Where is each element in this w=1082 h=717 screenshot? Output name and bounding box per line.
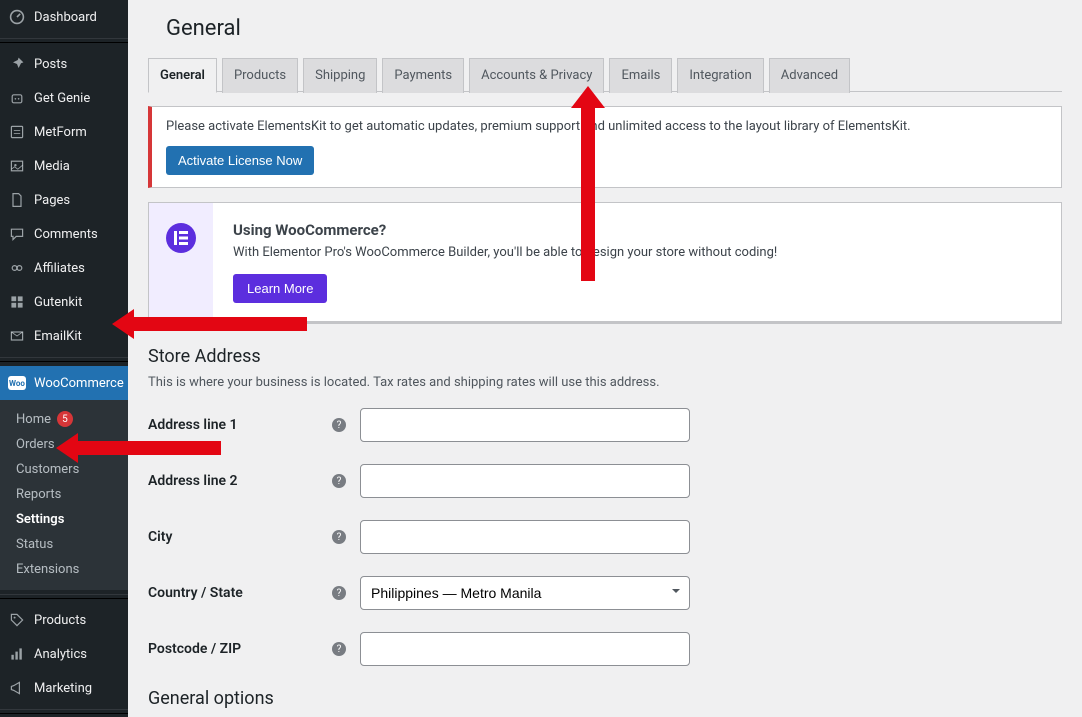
- sidebar-item-pages[interactable]: Pages: [0, 183, 128, 217]
- license-notice: Please activate ElementsKit to get autom…: [148, 106, 1062, 188]
- help-icon[interactable]: ?: [332, 474, 346, 488]
- form-icon: [8, 123, 26, 141]
- sidebar-item-label: Products: [34, 613, 86, 628]
- sidebar-item-label: Comments: [34, 227, 98, 242]
- sidebar-item-products[interactable]: Products: [0, 603, 128, 637]
- robot-icon: [8, 89, 26, 107]
- settings-tabs: GeneralProductsShippingPaymentsAccounts …: [128, 57, 1082, 92]
- elementor-icon: [166, 223, 196, 253]
- sidebar-item-get-genie[interactable]: Get Genie: [0, 81, 128, 115]
- help-icon[interactable]: ?: [332, 642, 346, 656]
- submenu-item-status[interactable]: Status: [10, 532, 128, 557]
- sidebar-item-label: Marketing: [34, 681, 92, 696]
- megaphone-icon: [8, 679, 26, 697]
- mail-icon: [8, 327, 26, 345]
- svg-text:Woo: Woo: [9, 379, 25, 388]
- sidebar-item-label: Affiliates: [34, 261, 85, 276]
- sidebar-item-dashboard[interactable]: Dashboard: [0, 0, 128, 34]
- tab-payments[interactable]: Payments: [382, 58, 464, 93]
- promo-heading: Using WooCommerce?: [233, 221, 777, 239]
- media-icon: [8, 157, 26, 175]
- pin-icon: [8, 55, 26, 73]
- address1-label: Address line 1: [148, 417, 318, 433]
- sidebar-item-label: Pages: [34, 193, 70, 208]
- country-select[interactable]: Philippines — Metro Manila: [360, 576, 690, 610]
- submenu-item-label: Customers: [16, 462, 79, 477]
- activate-license-button[interactable]: Activate License Now: [166, 146, 314, 175]
- tag-icon: [8, 611, 26, 629]
- sidebar-item-label: Posts: [34, 57, 67, 72]
- sidebar-item-label: Media: [34, 159, 70, 174]
- dashboard-icon: [8, 8, 26, 26]
- bars-icon: [8, 645, 26, 663]
- submenu-item-label: Reports: [16, 487, 61, 502]
- general-options-heading: General options: [148, 688, 1062, 709]
- sidebar-item-affiliates[interactable]: Affiliates: [0, 251, 128, 285]
- sidebar-item-metform[interactable]: MetForm: [0, 115, 128, 149]
- help-icon[interactable]: ?: [332, 530, 346, 544]
- submenu-item-reports[interactable]: Reports: [10, 482, 128, 507]
- submenu-item-label: Extensions: [16, 562, 79, 577]
- sidebar-item-posts[interactable]: Posts: [0, 47, 128, 81]
- address2-input[interactable]: [360, 464, 690, 498]
- address1-input[interactable]: [360, 408, 690, 442]
- country-label: Country / State: [148, 585, 318, 601]
- submenu-item-label: Settings: [16, 512, 64, 527]
- tab-general[interactable]: General: [148, 58, 217, 93]
- address2-label: Address line 2: [148, 473, 318, 489]
- notice-text: Please activate ElementsKit to get autom…: [166, 119, 1047, 134]
- help-icon[interactable]: ?: [332, 418, 346, 432]
- page-icon: [8, 191, 26, 209]
- submenu-item-customers[interactable]: Customers: [10, 457, 128, 482]
- sidebar-item-label: Gutenkit: [34, 295, 82, 310]
- submenu-item-label: Home: [16, 412, 51, 427]
- chat-icon: [8, 225, 26, 243]
- submenu-item-label: Orders: [16, 437, 55, 452]
- sidebar-item-label: MetForm: [34, 125, 87, 140]
- postcode-label: Postcode / ZIP: [148, 641, 318, 657]
- sidebar-item-media[interactable]: Media: [0, 149, 128, 183]
- submenu-item-orders[interactable]: Orders: [10, 432, 128, 457]
- help-icon[interactable]: ?: [332, 586, 346, 600]
- tab-advanced[interactable]: Advanced: [769, 58, 850, 93]
- elementor-promo: Using WooCommerce? With Elementor Pro's …: [148, 202, 1062, 324]
- content-area: General GeneralProductsShippingPaymentsA…: [128, 0, 1082, 717]
- tab-shipping[interactable]: Shipping: [303, 58, 377, 93]
- sidebar-item-label: Analytics: [34, 647, 87, 662]
- sidebar-item-label: WooCommerce: [34, 376, 124, 391]
- promo-text: With Elementor Pro's WooCommerce Builder…: [233, 245, 777, 260]
- tab-products[interactable]: Products: [222, 58, 298, 93]
- sidebar-item-marketing[interactable]: Marketing: [0, 671, 128, 705]
- sidebar-item-gutenkit[interactable]: Gutenkit: [0, 285, 128, 319]
- woocommerce-submenu: Home 5Orders Customers Reports Settings Statu…: [0, 400, 128, 590]
- admin-sidebar: Dashboard Posts Get Genie MetForm Media Pages…: [0, 0, 128, 717]
- submenu-item-home[interactable]: Home 5: [10, 406, 128, 432]
- page-title: General: [128, 0, 1082, 57]
- sidebar-item-emailkit[interactable]: EmailKit: [0, 319, 128, 353]
- submenu-item-extensions[interactable]: Extensions: [10, 557, 128, 582]
- store-address-desc: This is where your business is located. …: [148, 375, 1062, 390]
- woo-icon: Woo: [8, 374, 26, 392]
- count-badge: 5: [57, 411, 73, 427]
- sidebar-item-label: EmailKit: [34, 329, 82, 344]
- blocks-icon: [8, 293, 26, 311]
- city-label: City: [148, 529, 318, 545]
- sidebar-item-label: Get Genie: [34, 91, 90, 106]
- sidebar-item-woocommerce[interactable]: Woo WooCommerce: [0, 366, 128, 400]
- store-address-heading: Store Address: [148, 346, 1062, 367]
- chain-icon: [8, 259, 26, 277]
- sidebar-item-label: Dashboard: [34, 10, 97, 25]
- city-input[interactable]: [360, 520, 690, 554]
- tab-integration[interactable]: Integration: [677, 58, 763, 93]
- tab-emails[interactable]: Emails: [609, 58, 672, 93]
- learn-more-button[interactable]: Learn More: [233, 274, 327, 303]
- submenu-item-settings[interactable]: Settings: [10, 507, 128, 532]
- tab-accounts-privacy[interactable]: Accounts & Privacy: [469, 58, 604, 93]
- sidebar-item-analytics[interactable]: Analytics: [0, 637, 128, 671]
- postcode-input[interactable]: [360, 632, 690, 666]
- sidebar-item-comments[interactable]: Comments: [0, 217, 128, 251]
- submenu-item-label: Status: [16, 537, 53, 552]
